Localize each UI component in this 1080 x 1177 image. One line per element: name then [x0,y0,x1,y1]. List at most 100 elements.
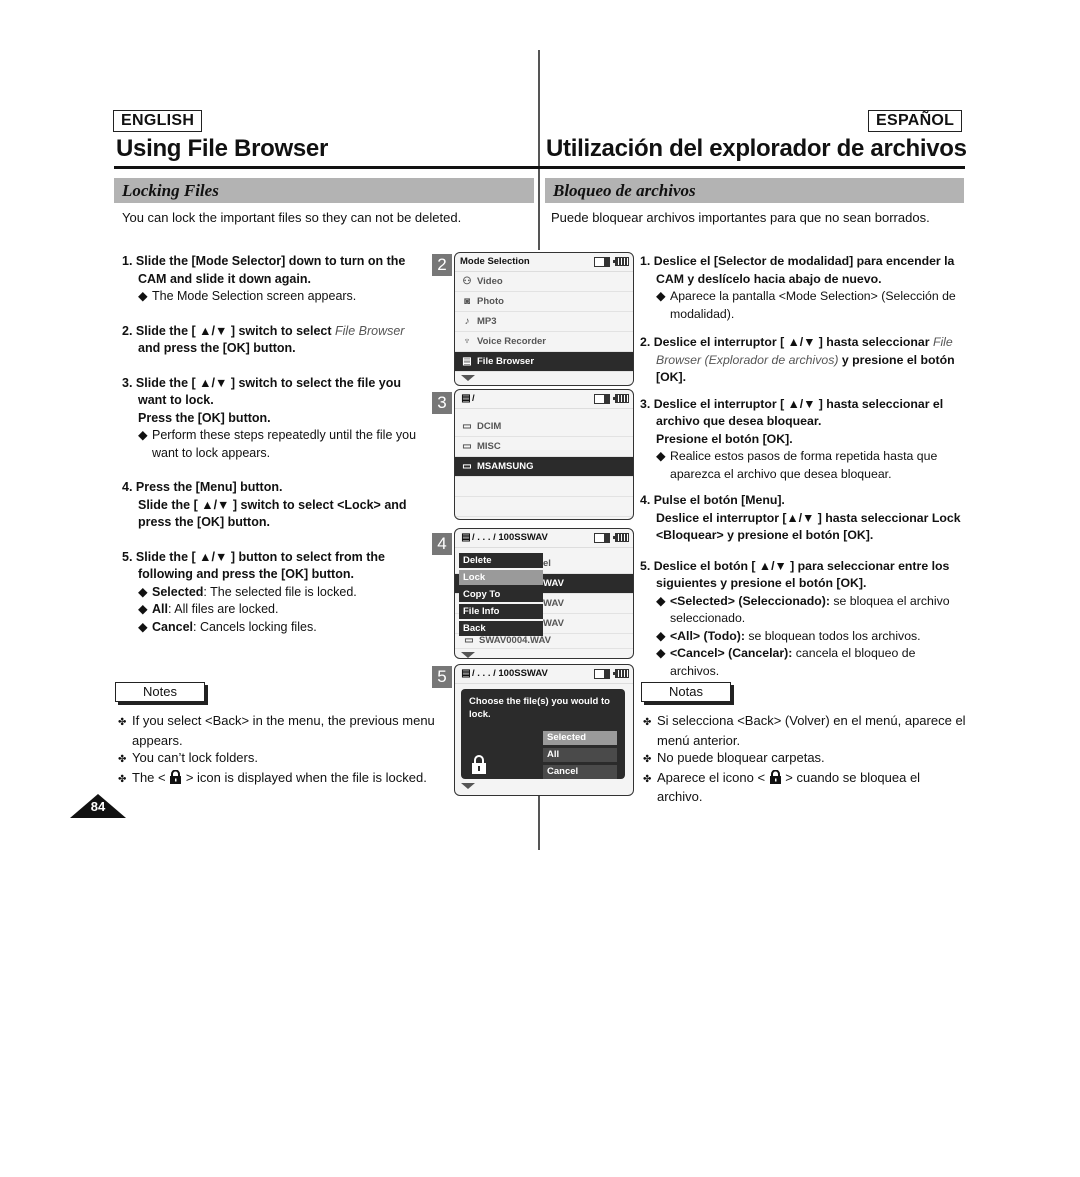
menu-item-mp3[interactable]: ♪ MP3 [455,312,633,332]
spanish-title-rule [539,166,965,169]
screen-number-2: 2 [432,254,452,276]
menu-lock[interactable]: Lock [459,570,543,585]
file-label: WAV [543,618,564,629]
step-bullet: The Mode Selection screen appears. [152,289,357,303]
cross-bullet-icon: ✤ [118,773,127,785]
english-step-1: 1. Slide the [Mode Selector] down to tur… [122,253,422,306]
step-bullet: Perform these steps repeatedly until the… [152,428,417,460]
folder-label: MISC [477,441,501,452]
menu-item-label: Photo [477,296,504,307]
note-text: > icon is displayed when the file is loc… [182,769,427,785]
step-number: 5. [640,558,651,573]
option-selected[interactable]: Selected [543,731,617,745]
note-text: You can’t lock folders. [132,750,258,765]
step-text: Deslice el [Selector de modalidad] para … [653,254,955,286]
empty-row [455,497,633,517]
file-icon: ▤ [461,668,471,679]
lock-dialog-screen: ▤/ . . . / 100SSWAV Choose the file(s) y… [454,664,634,796]
screen-path: / . . . / 100SSWAV [472,668,548,679]
screen-header: Mode Selection [455,253,633,272]
step-bullet: Realice estos pasos de forma repetida ha… [670,449,938,481]
spanish-notes-label: Notas [641,682,731,702]
screen-header: ▤/ . . . / 100SSWAV [455,529,633,548]
step-text: Slide the [ ▲/▼ ] switch to select the f… [135,375,401,408]
diamond-bullet-icon: ◆ [656,289,666,303]
spanish-section-bar: Bloqueo de archivos [545,178,964,203]
camera-icon: ◙ [463,296,471,307]
step-text: Slide the [Mode Selector] down to turn o… [135,254,406,286]
menu-back[interactable]: Back [459,621,543,636]
scroll-down-icon[interactable] [461,375,475,381]
cross-bullet-icon: ✤ [643,754,652,765]
file-label: WAV [543,598,564,609]
memory-card-icon [594,669,610,679]
diamond-bullet-icon: ◆ [656,593,666,608]
cross-bullet-icon: ✤ [643,717,652,728]
english-section-bar: Locking Files [114,178,534,203]
menu-item-label: MP3 [477,316,497,327]
option-cancel[interactable]: Cancel [543,765,617,779]
page-number: 84 [90,799,106,814]
cross-bullet-icon: ✤ [118,717,127,728]
step-number: 3. [122,375,133,390]
center-divider-top [538,50,540,250]
video-icon: ⚇ [462,276,472,287]
english-section-title: Locking Files [122,181,219,200]
option-all[interactable]: All [543,748,617,762]
option-desc: : The selected file is locked. [203,584,357,599]
option-desc: : All files are locked. [167,602,279,616]
screen-header: ▤/ . . . / 100SSWAV [455,665,633,684]
step-text: Slide the [ ▲/▼ ] button to select from … [135,549,385,582]
menu-item-label: Video [477,276,503,287]
menu-item-label: File Browser [477,356,535,367]
screen-path: / [472,393,475,404]
spanish-steps: 1. Deslice el [Selector de modalidad] pa… [640,253,965,697]
menu-item-voice-recorder[interactable]: ♆ Voice Recorder [455,332,633,352]
note-item: ✤ Si selecciona <Back> (Volver) en el men… [643,712,968,749]
note-item: ✤ If you select <Back> in the menu, the p… [118,712,448,749]
menu-file-info[interactable]: File Info [459,604,543,619]
step-text: Deslice el interruptor [ ▲/▼ ] hasta sel… [653,335,933,349]
spanish-page-title: Utilización del explorador de archivos [546,135,967,162]
step-text: Slide the [ ▲/▼ ] switch to select [135,323,336,338]
scroll-down-icon[interactable] [461,652,475,658]
step-text: Presione el botón [OK]. [656,431,793,446]
menu-item-file-browser[interactable]: ▤ File Browser [455,352,633,372]
menu-delete[interactable]: Delete [459,553,543,568]
folder-item-misc[interactable]: ▭ MISC [455,437,633,457]
diamond-bullet-icon: ◆ [138,584,148,599]
folder-label: DCIM [477,421,502,432]
note-item: ✤ The < > icon is displayed when the file… [118,769,448,789]
step-number: 4. [122,480,133,494]
note-text: No puede bloquear carpetas. [657,750,825,765]
folder-icon: ▭ [462,461,472,472]
english-page-title: Using File Browser [116,135,328,162]
spanish-step-3: 3. Deslice el interruptor [ ▲/▼ ] hasta … [640,396,965,484]
step-number: 5. [122,549,133,564]
menu-item-video[interactable]: ⚇ Video [455,272,633,292]
screen-header: ▤/ [455,390,633,409]
option-name: All [152,602,168,616]
menu-item-photo[interactable]: ◙ Photo [455,292,633,312]
option-name: Selected [152,584,204,599]
memory-card-icon [594,533,610,543]
file-icon: ▤ [462,356,472,367]
folder-item-dcim[interactable]: ▭ DCIM [455,417,633,437]
folder-item-msamsung[interactable]: ▭ MSAMSUNG [455,457,633,477]
note-item: ✤ Aparece el icono < > cuando se bloquea … [643,769,968,806]
file-menu-screen: ▤/ . . . / 100SSWAV el WAV WAV WAV ▭ SWAV… [454,528,634,659]
scroll-down-icon[interactable] [461,783,475,789]
menu-copy-to[interactable]: Copy To [459,587,543,602]
screen-number-4: 4 [432,533,452,555]
step-number: 2. [640,335,651,349]
option-desc: : Cancels locking files. [193,619,317,634]
option-name: <Selected> (Seleccionado): [670,593,830,608]
spanish-step-1: 1. Deslice el [Selector de modalidad] pa… [640,253,965,323]
memory-card-icon [594,257,610,267]
english-notes-label: Notes [115,682,205,702]
diamond-bullet-icon: ◆ [138,428,148,442]
english-step-5: 5. Slide the [ ▲/▼ ] button to select fr… [122,549,422,637]
english-notes-list: ✤ If you select <Back> in the menu, the p… [118,712,448,788]
spanish-step-2: 2. Deslice el interruptor [ ▲/▼ ] hasta … [640,334,965,387]
note-item: ✤ No puede bloquear carpetas. [643,749,968,769]
